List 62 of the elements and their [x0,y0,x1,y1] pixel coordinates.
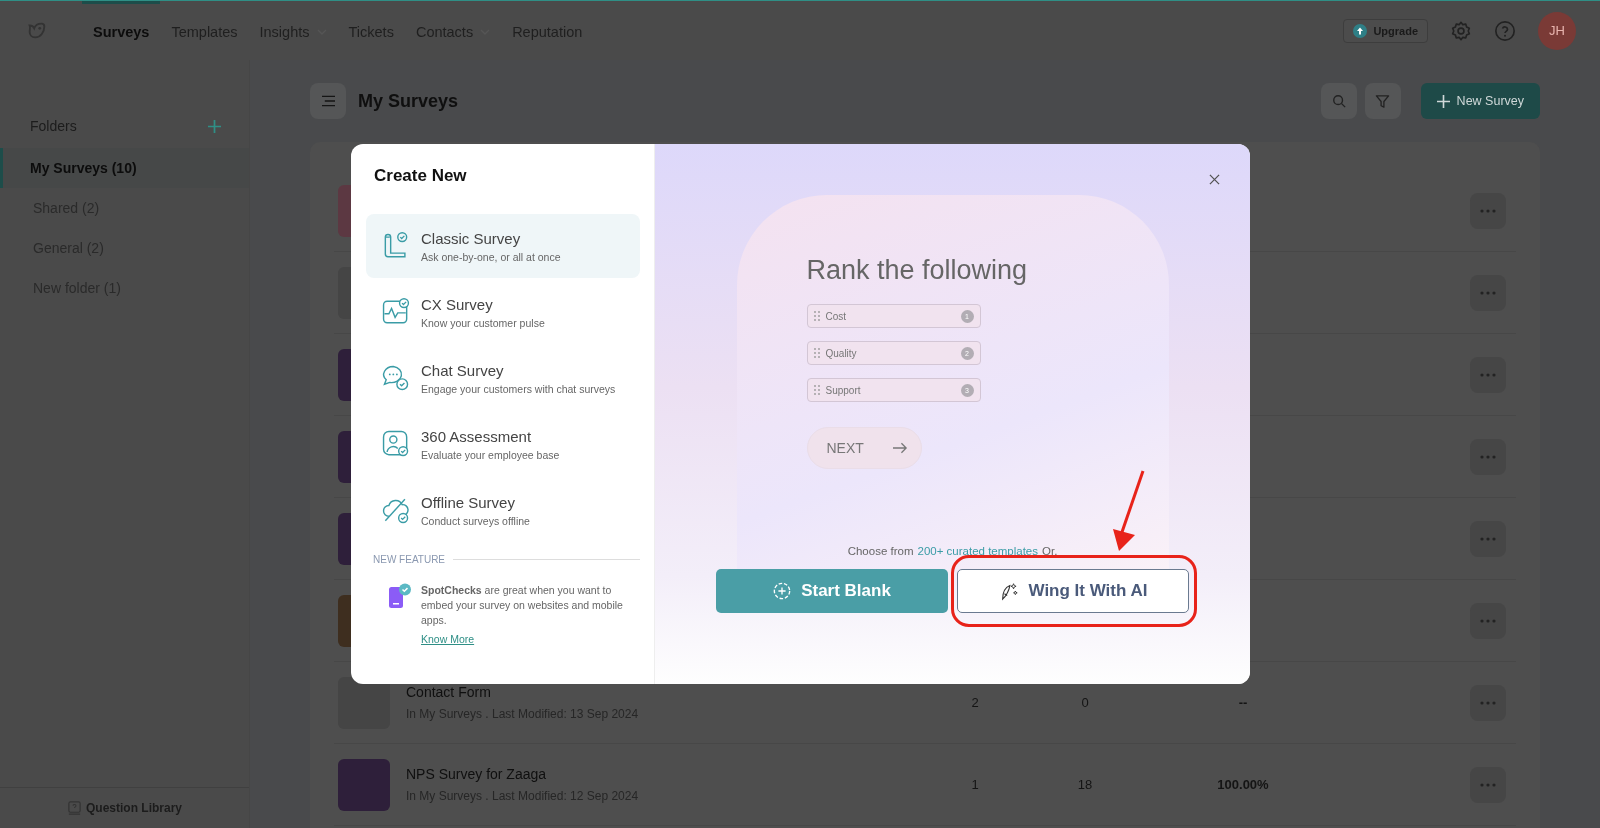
survey-type-option[interactable]: Classic Survey Ask one-by-one, or all at once [366,214,640,278]
filter-button[interactable] [1364,83,1401,119]
table-cell-text: 18 [1076,777,1094,792]
start-blank-button[interactable]: Start Blank [716,569,948,613]
more-button[interactable] [1470,520,1506,557]
drag-handle-icon [813,385,820,395]
drag-handle-icon [813,311,820,321]
choose-text: Choose from [847,545,914,557]
more-button[interactable] [1470,684,1506,721]
plus-circle-icon [773,582,792,600]
phone-check-icon [388,583,412,609]
menu-icon [321,95,335,107]
table-cell-text: -- [1237,695,1249,710]
choose-text: Or, [1042,545,1058,557]
survey-type-option[interactable]: 360 Assessment Evaluate your employee base [366,412,640,476]
more-icon [1480,208,1496,213]
know-more-link[interactable]: Know More [421,632,475,647]
survey-type-option[interactable]: Offline Survey Conduct surveys offline [366,478,640,542]
survey-title[interactable]: NPS Survey for Zaaga [406,766,806,782]
next-button[interactable]: NEXT [806,427,922,469]
more-button[interactable] [1470,766,1506,803]
more-icon [1480,372,1496,377]
page-title: My Surveys [358,90,459,112]
preview-question: Rank the following [806,255,1028,286]
close-icon[interactable] [1209,174,1220,185]
more-button[interactable] [1470,356,1506,393]
table-cell-text: 1 [970,777,980,792]
templates-link[interactable]: 200+ curated templates [917,545,1038,557]
feature-description: SpotChecks are great when you want to embed your survey on websites and mobile apps. [421,583,624,628]
user-avatar[interactable]: JH [1538,11,1576,50]
more-button[interactable] [1470,602,1506,639]
table-cell-text: 2 [970,695,980,710]
more-button[interactable] [1470,438,1506,475]
menu-button[interactable] [310,83,346,119]
plus-icon [1436,94,1450,108]
more-button[interactable] [1470,192,1506,229]
drag-handle-icon [813,348,820,358]
arrow-right-icon [892,442,908,454]
survey-type-option[interactable]: Chat Survey Engage your customers with chat surveys [366,346,640,410]
arrow-up-icon [1353,23,1368,38]
filter-icon [1375,93,1391,109]
folder-item[interactable]: My Surveys (10) [0,148,249,188]
search-icon [1331,94,1346,108]
survey-type-option[interactable]: CX Survey Know your customer pulse [366,280,640,344]
add-icon[interactable] [208,119,221,133]
more-icon [1480,782,1496,787]
dialog-title: Create New [374,166,468,186]
help-icon[interactable] [1494,19,1516,42]
more-button[interactable] [1470,274,1506,311]
table-cell-text: 100.00% [1216,777,1270,792]
more-icon [1480,454,1496,459]
wing-it-with-ai-button[interactable]: Wing It With AI [957,569,1189,613]
more-icon [1480,290,1496,295]
new-survey-button[interactable]: New Survey [1420,83,1540,119]
more-icon [1480,618,1496,623]
more-icon [1480,700,1496,705]
survey-title[interactable]: Contact Form [406,684,806,700]
section-label: NEW FEATURE [373,554,446,565]
search-button[interactable] [1320,83,1357,119]
settings-icon[interactable] [1450,19,1472,42]
table-cell-text: 0 [1080,695,1090,710]
more-icon [1480,536,1496,541]
